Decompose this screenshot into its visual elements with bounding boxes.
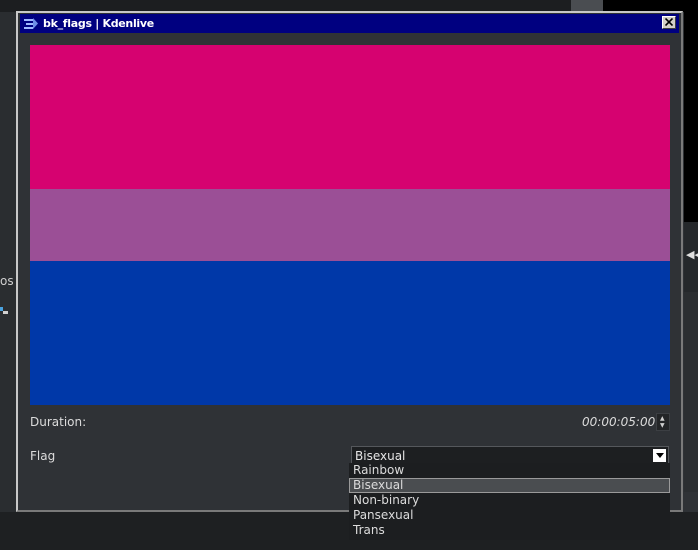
background-right-lower [684, 292, 698, 492]
background-right-panel [684, 12, 698, 222]
window-title: bk_flags | Kdenlive [43, 17, 154, 30]
duration-label: Duration: [30, 415, 87, 429]
background-audio-icon [0, 307, 8, 314]
flag-stripe [30, 45, 670, 189]
title-bar[interactable]: bk_flags | Kdenlive [20, 14, 679, 33]
flag-option[interactable]: Trans [349, 523, 670, 538]
flag-option[interactable]: Rainbow [349, 463, 670, 478]
spin-down-icon[interactable]: ▼ [660, 423, 665, 429]
duration-field[interactable]: 00:00:05:00 [582, 415, 655, 429]
background-partial-label: os [0, 274, 14, 288]
duration-spinbox[interactable]: ▲ ▼ [656, 413, 670, 431]
flag-dropdown-list[interactable]: Rainbow Bisexual Non-binary Pansexual Trans [349, 463, 670, 540]
flag-option[interactable]: Bisexual [349, 478, 670, 493]
background-left-panel [0, 12, 16, 512]
close-button[interactable] [662, 16, 676, 29]
flag-stripe [30, 261, 670, 405]
flag-select-value: Bisexual [355, 449, 406, 463]
flag-dialog: bk_flags | Kdenlive Duration: 00:00:05:0… [16, 11, 683, 512]
flag-preview [30, 45, 670, 405]
rewind-icon[interactable]: ◀◀ [686, 248, 698, 261]
chevron-down-icon[interactable] [653, 449, 666, 462]
flag-option[interactable]: Pansexual [349, 508, 670, 523]
flag-stripe [30, 189, 670, 261]
close-icon [665, 18, 673, 26]
flag-label: Flag [30, 449, 56, 463]
flag-option[interactable]: Non-binary [349, 493, 670, 508]
kdenlive-app-icon [24, 18, 38, 29]
